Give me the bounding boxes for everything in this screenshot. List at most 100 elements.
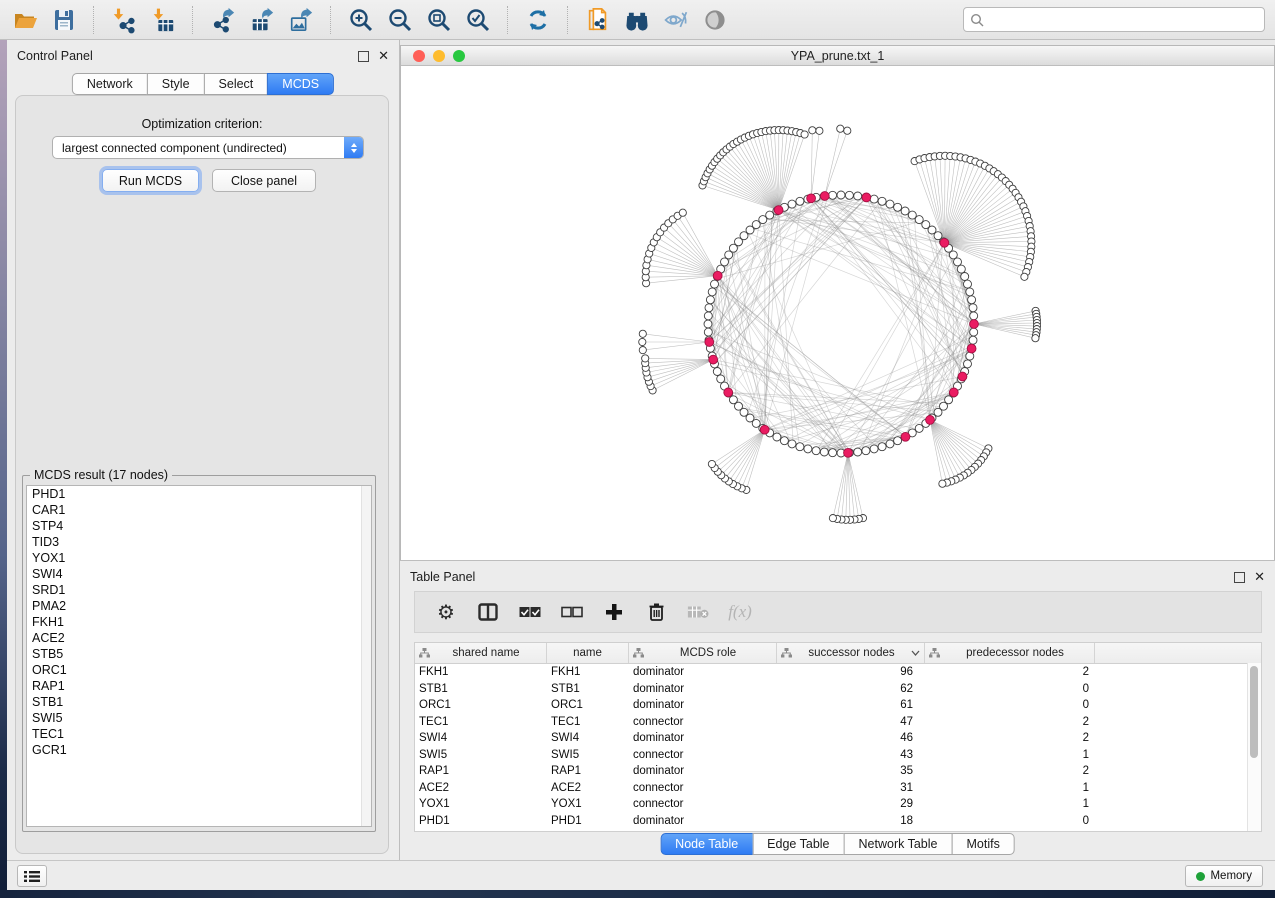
mcds-hub-node[interactable]: [820, 192, 829, 201]
run-mcds-button[interactable]: Run MCDS: [102, 169, 199, 192]
import-table-button[interactable]: [148, 5, 178, 35]
table-row[interactable]: SWI4SWI4dominator462: [415, 730, 1261, 747]
mcds-hub-node[interactable]: [970, 320, 979, 329]
column-header-predecessor-nodes[interactable]: predecessor nodes: [925, 643, 1095, 663]
ring-node[interactable]: [870, 445, 878, 453]
search-input[interactable]: [988, 12, 1258, 28]
ring-node[interactable]: [773, 433, 781, 441]
preview-eye-button[interactable]: [700, 5, 730, 35]
mcds-result-item[interactable]: PHD1: [27, 486, 371, 502]
ring-node[interactable]: [780, 437, 788, 445]
mcds-hub-node[interactable]: [713, 271, 722, 280]
mcds-result-list[interactable]: PHD1CAR1STP4TID3YOX1SWI4SRD1PMA2FKH1ACE2…: [26, 485, 372, 827]
ring-node[interactable]: [829, 191, 837, 199]
select-all-button[interactable]: [519, 600, 541, 624]
delete-column-button[interactable]: [645, 600, 667, 624]
leaf-node[interactable]: [809, 127, 816, 134]
ring-node[interactable]: [968, 296, 976, 304]
mcds-result-item[interactable]: RAP1: [27, 678, 371, 694]
ring-node[interactable]: [961, 273, 969, 281]
ring-node[interactable]: [788, 440, 796, 448]
tab-network[interactable]: Network: [72, 73, 148, 95]
leaf-node[interactable]: [1032, 335, 1039, 342]
ring-node[interactable]: [901, 207, 909, 215]
ring-node[interactable]: [796, 197, 804, 205]
mcds-hub-node[interactable]: [705, 338, 714, 347]
table-row[interactable]: ORC1ORC1dominator610: [415, 697, 1261, 714]
ring-node[interactable]: [969, 304, 977, 312]
ring-node[interactable]: [954, 258, 962, 266]
deselect-all-button[interactable]: [561, 600, 583, 624]
close-panel-icon[interactable]: ✕: [1254, 572, 1265, 582]
table-row[interactable]: ACE2ACE2connector311: [415, 780, 1261, 797]
ring-node[interactable]: [969, 336, 977, 344]
ring-node[interactable]: [854, 192, 862, 200]
table-settings-button[interactable]: ⚙: [435, 600, 457, 624]
ring-node[interactable]: [845, 191, 853, 199]
ring-node[interactable]: [870, 195, 878, 203]
mcds-hub-node[interactable]: [844, 448, 853, 457]
ring-node[interactable]: [894, 203, 902, 211]
tab-network-table[interactable]: Network Table: [844, 833, 953, 855]
ring-node[interactable]: [878, 197, 886, 205]
float-panel-icon[interactable]: [1234, 572, 1245, 583]
export-network-button[interactable]: [208, 5, 238, 35]
table-scrollbar[interactable]: [1247, 663, 1261, 831]
ring-node[interactable]: [970, 312, 978, 320]
ring-node[interactable]: [704, 328, 712, 336]
mcds-result-item[interactable]: PMA2: [27, 598, 371, 614]
ring-node[interactable]: [854, 448, 862, 456]
table-row[interactable]: STB1STB1dominator620: [415, 681, 1261, 698]
list-scrollbar[interactable]: [361, 486, 371, 826]
ring-node[interactable]: [766, 211, 774, 219]
show-columns-button[interactable]: [477, 600, 499, 624]
table-row[interactable]: SWI5SWI5connector431: [415, 747, 1261, 764]
table-row[interactable]: RAP1RAP1dominator352: [415, 763, 1261, 780]
ring-node[interactable]: [878, 443, 886, 451]
table-row[interactable]: TEC1TEC1connector472: [415, 714, 1261, 731]
ring-node[interactable]: [862, 447, 870, 455]
mcds-result-item[interactable]: STB1: [27, 694, 371, 710]
leaf-node[interactable]: [679, 209, 686, 216]
float-panel-icon[interactable]: [358, 51, 369, 62]
mcds-hub-node[interactable]: [862, 193, 871, 202]
table-row[interactable]: PHD1PHD1dominator180: [415, 813, 1261, 830]
mcds-hub-node[interactable]: [949, 388, 958, 397]
share-file-button[interactable]: [583, 5, 613, 35]
tab-node-table[interactable]: Node Table: [660, 833, 753, 855]
ring-node[interactable]: [820, 448, 828, 456]
leaf-node[interactable]: [801, 131, 808, 138]
leaf-node[interactable]: [639, 347, 646, 354]
leaf-node[interactable]: [939, 480, 946, 487]
mcds-result-item[interactable]: YOX1: [27, 550, 371, 566]
mcds-result-item[interactable]: STB5: [27, 646, 371, 662]
hide-unselected-button[interactable]: [661, 5, 691, 35]
mcds-result-item[interactable]: ACE2: [27, 630, 371, 646]
column-header-name[interactable]: name: [547, 643, 629, 663]
mcds-hub-node[interactable]: [807, 194, 816, 203]
import-network-button[interactable]: [109, 5, 139, 35]
tab-select[interactable]: Select: [204, 73, 269, 95]
search-box[interactable]: [963, 7, 1265, 32]
save-button[interactable]: [49, 5, 79, 35]
memory-button[interactable]: Memory: [1185, 865, 1263, 887]
ring-node[interactable]: [804, 445, 812, 453]
mcds-hub-node[interactable]: [724, 388, 733, 397]
ring-node[interactable]: [894, 437, 902, 445]
mcds-result-item[interactable]: SWI4: [27, 566, 371, 582]
ring-node[interactable]: [705, 304, 713, 312]
task-history-button[interactable]: [17, 865, 47, 887]
ring-node[interactable]: [886, 200, 894, 208]
mcds-result-item[interactable]: SWI5: [27, 710, 371, 726]
ring-node[interactable]: [704, 312, 712, 320]
zoom-selected-button[interactable]: [463, 5, 493, 35]
ring-node[interactable]: [708, 288, 716, 296]
column-header-successor-nodes[interactable]: successor nodes: [777, 643, 925, 663]
search-binoculars-button[interactable]: [622, 5, 652, 35]
ring-node[interactable]: [964, 280, 972, 288]
ring-node[interactable]: [706, 296, 714, 304]
zoom-in-button[interactable]: [346, 5, 376, 35]
mcds-result-item[interactable]: FKH1: [27, 614, 371, 630]
refresh-button[interactable]: [523, 5, 553, 35]
ring-node[interactable]: [796, 443, 804, 451]
